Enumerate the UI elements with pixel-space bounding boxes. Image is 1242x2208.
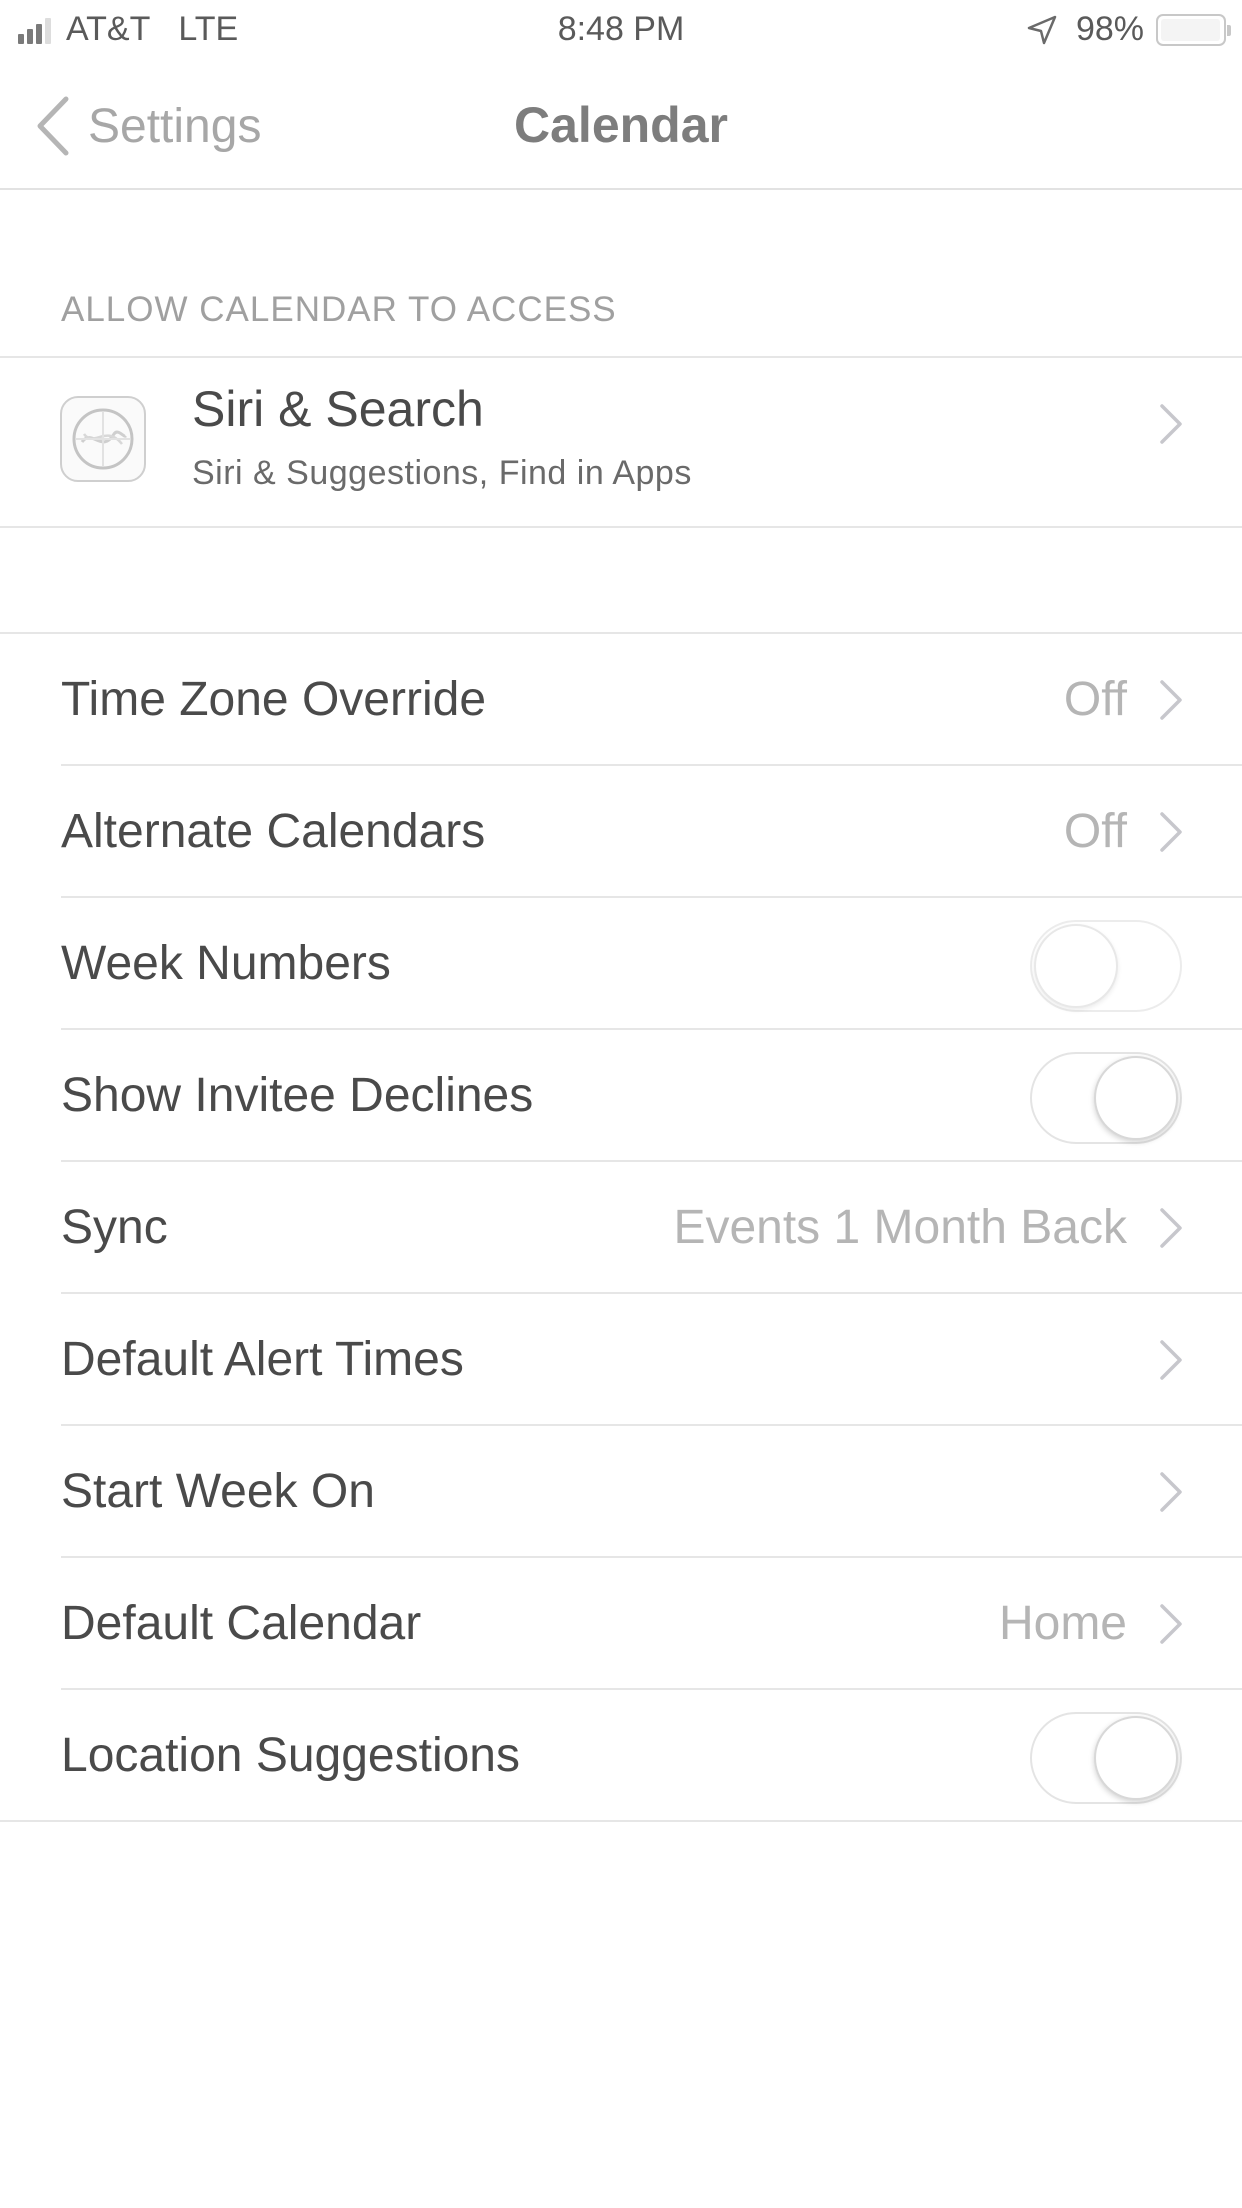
- row-label: Alternate Calendars: [61, 805, 486, 858]
- row-start-week-on[interactable]: Start Week On: [0, 1426, 1242, 1558]
- row-alternate-calendars[interactable]: Alternate Calendars Off: [0, 766, 1242, 898]
- siri-search-row[interactable]: Siri & Search Siri & Suggestions, Find i…: [0, 358, 1242, 526]
- chevron-right-icon: [1160, 1472, 1182, 1512]
- row-week-numbers: Week Numbers: [0, 898, 1242, 1030]
- toggle-knob: [1094, 1056, 1178, 1140]
- row-label: Default Calendar: [61, 1597, 422, 1650]
- row-default-alert-times[interactable]: Default Alert Times: [0, 1294, 1242, 1426]
- chevron-right-icon: [1160, 1208, 1182, 1248]
- row-label: Sync: [61, 1201, 168, 1254]
- row-label: Start Week On: [61, 1465, 375, 1518]
- siri-glyph-icon: [72, 408, 134, 470]
- chevron-right-icon: [1160, 1340, 1182, 1380]
- chevron-right-icon: [1160, 1604, 1182, 1644]
- toggle-knob: [1034, 924, 1118, 1008]
- navigation-bar: Settings Calendar: [0, 62, 1242, 190]
- row-show-invitee-declines: Show Invitee Declines: [0, 1030, 1242, 1162]
- location-arrow-icon: [1027, 15, 1057, 44]
- row-label: Week Numbers: [61, 937, 391, 990]
- week-numbers-toggle[interactable]: [1030, 920, 1182, 1012]
- row-label: Default Alert Times: [61, 1333, 464, 1386]
- row-value: Off: [1063, 805, 1127, 858]
- row-default-calendar[interactable]: Default Calendar Home: [0, 1558, 1242, 1690]
- row-sync[interactable]: Sync Events 1 Month Back: [0, 1162, 1242, 1294]
- chevron-right-icon: [1160, 404, 1182, 444]
- section-header-access: ALLOW CALENDAR TO ACCESS: [61, 290, 617, 329]
- status-right: 98%: [1026, 10, 1231, 49]
- row-label: Show Invitee Declines: [61, 1069, 534, 1122]
- battery-percent: 98%: [1075, 10, 1144, 48]
- row-value: Off: [1063, 673, 1127, 726]
- divider: [0, 526, 1242, 528]
- status-bar: AT&T LTE 8:48 PM 98%: [0, 0, 1242, 62]
- location-suggestions-toggle[interactable]: [1030, 1712, 1182, 1804]
- chevron-right-icon: [1160, 680, 1182, 720]
- toggle-knob: [1094, 1716, 1178, 1800]
- divider: [0, 1820, 1242, 1822]
- chevron-right-icon: [1160, 812, 1182, 852]
- row-location-suggestions: Location Suggestions: [0, 1690, 1242, 1822]
- row-label: Location Suggestions: [61, 1729, 520, 1782]
- siri-subtitle: Siri & Suggestions, Find in Apps: [192, 454, 692, 492]
- row-label: Time Zone Override: [61, 673, 487, 726]
- row-value: Events 1 Month Back: [673, 1201, 1127, 1254]
- battery-icon: [1156, 13, 1231, 46]
- row-value: Home: [998, 1597, 1127, 1650]
- battery-fill: [1161, 18, 1220, 41]
- siri-icon: [60, 396, 146, 482]
- row-time-zone-override[interactable]: Time Zone Override Off: [0, 634, 1242, 766]
- siri-title: Siri & Search: [192, 381, 484, 437]
- page-title: Calendar: [514, 97, 728, 153]
- show-invitee-declines-toggle[interactable]: [1030, 1052, 1182, 1144]
- calendar-settings-screen: AT&T LTE 8:48 PM 98% Settings Calendar A…: [0, 0, 1242, 2208]
- battery-nub: [1227, 24, 1231, 36]
